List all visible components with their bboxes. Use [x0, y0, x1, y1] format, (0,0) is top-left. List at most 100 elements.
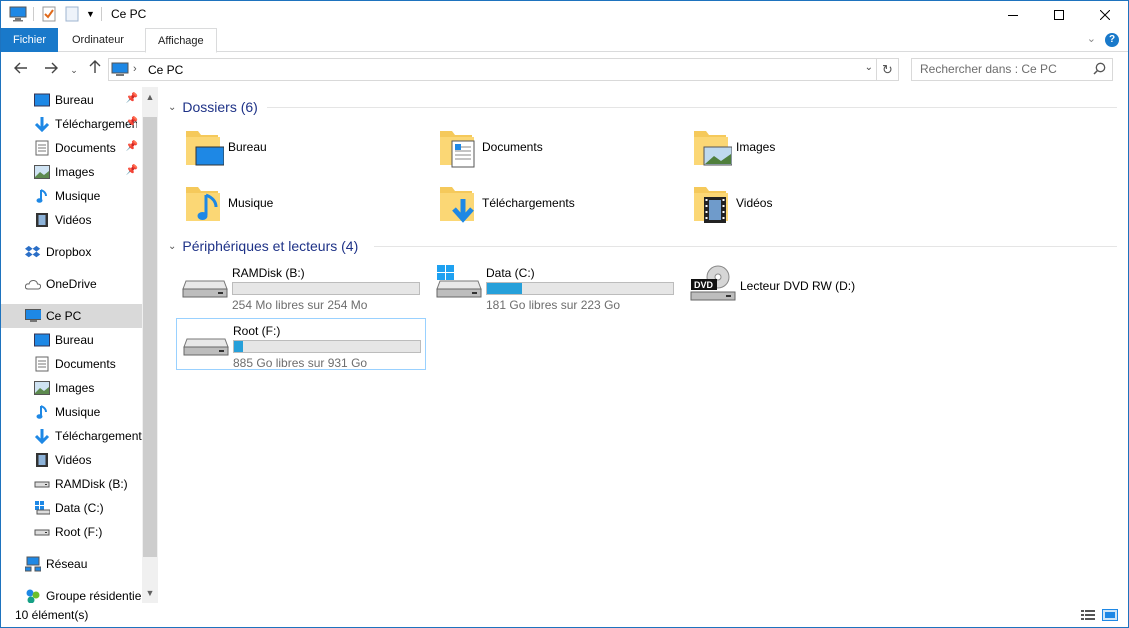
search-input[interactable]: [920, 62, 1085, 76]
download-icon: [34, 116, 50, 132]
onedrive-icon: [25, 276, 41, 292]
nav-pc-musique[interactable]: Musique: [1, 400, 142, 424]
nav-label: Groupe résidentiel: [46, 589, 142, 603]
nav-quick-documents[interactable]: Documents 📌: [1, 136, 142, 160]
windows-hdd-icon: [436, 265, 482, 302]
drive-name: Lecteur DVD RW (D:): [740, 279, 856, 293]
drive-ramdisk[interactable]: RAMDisk (B:) 254 Mo libres sur 254 Mo: [176, 261, 426, 313]
minimize-button[interactable]: [990, 1, 1036, 28]
nav-pc-images[interactable]: Images: [1, 376, 142, 400]
address-dropdown-icon[interactable]: ⌄: [865, 62, 873, 73]
nav-label: Vidéos: [55, 453, 92, 467]
maximize-button[interactable]: [1036, 1, 1082, 28]
nav-pc-bureau[interactable]: Bureau: [1, 328, 142, 352]
breadcrumb-ce-pc[interactable]: Ce PC: [148, 63, 183, 77]
nav-pc-data-c[interactable]: Data (C:): [1, 496, 142, 520]
nav-quick-bureau[interactable]: Bureau 📌: [1, 88, 142, 112]
folder-videos[interactable]: Vidéos: [690, 179, 930, 227]
nav-pc-root-f[interactable]: Root (F:): [1, 520, 142, 544]
dropbox-icon: [25, 244, 41, 260]
properties-icon[interactable]: [42, 5, 56, 23]
nav-label: Data (C:): [55, 501, 104, 515]
tab-ordinateur[interactable]: Ordinateur: [60, 28, 136, 52]
nav-quick-musique[interactable]: Musique: [1, 184, 142, 208]
nav-pc-videos[interactable]: Vidéos: [1, 448, 142, 472]
nav-quick-images[interactable]: Images 📌: [1, 160, 142, 184]
up-button[interactable]: [85, 60, 105, 80]
address-bar[interactable]: › Ce PC ⌄ ↻: [108, 58, 899, 81]
nav-quick-videos[interactable]: Vidéos: [1, 208, 142, 232]
nav-label: Ce PC: [46, 309, 82, 323]
close-button[interactable]: [1082, 1, 1128, 28]
nav-this-pc[interactable]: Ce PC: [1, 304, 142, 328]
folders-group-header[interactable]: ⌄ Dossiers (6): [168, 97, 258, 117]
search-icon[interactable]: [1093, 62, 1106, 78]
tab-fichier[interactable]: Fichier: [1, 28, 58, 52]
downloads-folder-icon: [436, 181, 478, 225]
nav-pc-documents[interactable]: Documents: [1, 352, 142, 376]
nav-pc-telechargements[interactable]: Téléchargements: [1, 424, 142, 448]
up-arrow-icon: [89, 60, 101, 73]
scroll-down-icon[interactable]: ▼: [142, 585, 158, 601]
drive-data-c[interactable]: Data (C:) 181 Go libres sur 223 Go: [430, 261, 680, 313]
folder-telechargements[interactable]: Téléchargements: [436, 179, 676, 227]
drive-dvd-d[interactable]: DVD Lecteur DVD RW (D:): [684, 261, 934, 313]
chevron-down-icon[interactable]: ⌄: [168, 241, 176, 252]
drive-root-f[interactable]: Root (F:) 885 Go libres sur 931 Go: [176, 318, 426, 370]
close-icon: [1100, 9, 1110, 20]
video-icon: [34, 212, 50, 228]
nav-homegroup[interactable]: Groupe résidentiel: [1, 584, 142, 603]
drive-usage-fill: [234, 341, 244, 352]
scroll-up-icon[interactable]: ▲: [142, 89, 158, 105]
folder-label: Vidéos: [736, 196, 773, 210]
help-icon[interactable]: ?: [1105, 33, 1119, 47]
details-view-icon[interactable]: [1080, 607, 1096, 623]
folder-images[interactable]: Images: [690, 123, 930, 171]
drive-icon: [34, 524, 50, 540]
drive-free-space: 254 Mo libres sur 254 Mo: [232, 298, 368, 312]
back-button[interactable]: [11, 60, 31, 80]
nav-onedrive[interactable]: OneDrive: [1, 272, 142, 296]
nav-network[interactable]: Réseau: [1, 552, 142, 576]
breadcrumb-separator-icon[interactable]: ›: [133, 63, 137, 75]
pin-icon[interactable]: 📌: [126, 117, 138, 128]
pin-icon[interactable]: 📌: [126, 165, 138, 176]
video-icon: [34, 452, 50, 468]
refresh-button[interactable]: ↻: [876, 59, 898, 80]
recent-locations-icon[interactable]: ⌄: [64, 60, 84, 80]
folder-bureau[interactable]: Bureau: [182, 123, 422, 171]
nav-quick-telechargements[interactable]: Téléchargements 📌: [1, 112, 142, 136]
pin-icon[interactable]: 📌: [126, 141, 138, 152]
nav-dropbox[interactable]: Dropbox: [1, 240, 142, 264]
app-pc-icon[interactable]: [9, 5, 27, 23]
search-box[interactable]: [911, 58, 1113, 81]
pin-icon[interactable]: 📌: [126, 93, 138, 104]
tab-affichage[interactable]: Affichage: [145, 28, 217, 53]
nav-scrollbar[interactable]: ▲ ▼: [142, 87, 158, 603]
large-icons-view-icon[interactable]: [1102, 607, 1118, 623]
videos-folder-icon: [690, 181, 732, 225]
expand-ribbon-icon[interactable]: ⌄: [1087, 32, 1096, 45]
windows-drive-icon: [34, 500, 50, 516]
drive-name: Root (F:): [233, 324, 281, 338]
homegroup-icon: [25, 588, 41, 603]
new-folder-icon[interactable]: [65, 5, 79, 23]
folder-label: Documents: [482, 140, 543, 154]
desktop-folder-icon: [182, 125, 225, 169]
forward-arrow-icon: [45, 62, 58, 74]
nav-label: OneDrive: [46, 277, 97, 291]
forward-button[interactable]: [41, 60, 61, 80]
nav-pc-ramdisk[interactable]: RAMDisk (B:): [1, 472, 142, 496]
item-count: 10 élément(s): [15, 608, 89, 622]
document-icon: [34, 140, 50, 156]
hdd-icon: [183, 333, 229, 360]
devices-header-label: Périphériques et lecteurs (4): [182, 238, 359, 254]
chevron-down-icon[interactable]: ⌄: [168, 102, 176, 113]
folder-documents[interactable]: Documents: [436, 123, 676, 171]
folder-musique[interactable]: Musique: [182, 179, 422, 227]
devices-group-header[interactable]: ⌄ Périphériques et lecteurs (4): [168, 236, 358, 256]
dvd-drive-icon: DVD: [690, 265, 736, 306]
customize-qa-icon[interactable]: ▼: [86, 5, 95, 23]
nav-scroll-thumb[interactable]: [143, 117, 157, 557]
network-icon: [25, 556, 41, 572]
